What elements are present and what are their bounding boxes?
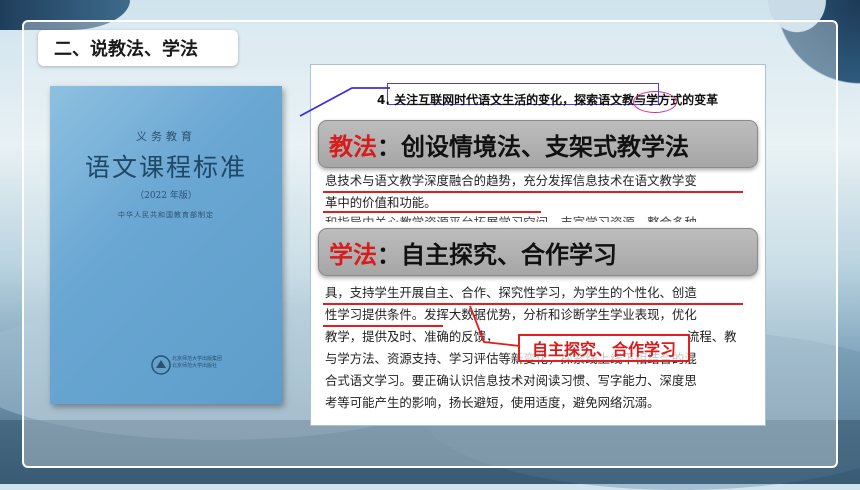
callout-text: 创设情境法、支架式教学法: [401, 132, 689, 161]
highlight-annotation-text: 自主探究、合作学习: [531, 340, 676, 359]
teaching-method-callout: 教法 ： 创设情境法、支架式教学法: [318, 120, 758, 168]
connector-line: [469, 305, 521, 347]
highlight-annotation-box: 自主探究、合作学习: [518, 334, 690, 362]
learning-method-callout: 学法 ： 自主探究、合作学习: [318, 228, 758, 276]
callout-text: 自主探究、合作学习: [401, 240, 617, 269]
callout-label: 教法: [329, 132, 377, 161]
callout-separator: ：: [377, 132, 401, 161]
connector-line: [299, 87, 390, 117]
callout-separator: ：: [377, 240, 401, 269]
callout-label: 学法: [329, 240, 377, 269]
